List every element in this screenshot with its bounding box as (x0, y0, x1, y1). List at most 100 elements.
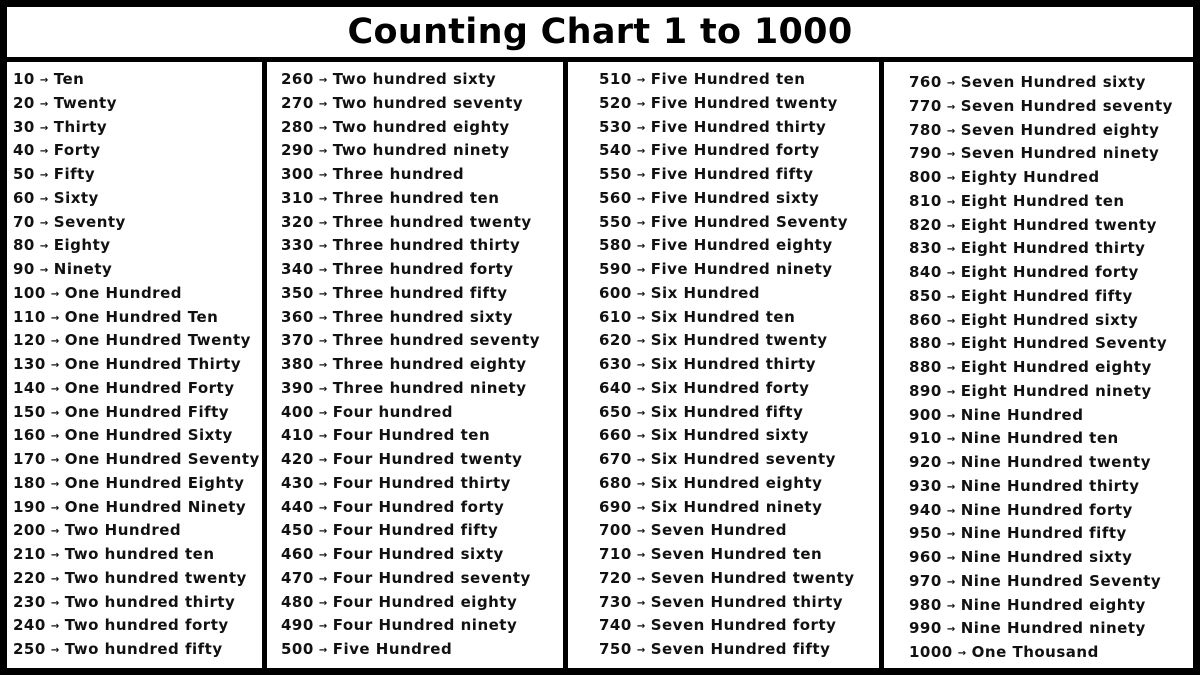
arrow-right-icon: → (946, 291, 956, 303)
number-value: 790 (909, 144, 942, 163)
number-word: Seven Hundred seventy (960, 96, 1173, 115)
number-value: 880 (909, 334, 942, 353)
list-item: 380 → Three hundred eighty (281, 353, 563, 377)
list-item: 520 → Five Hundred twenty (599, 92, 879, 116)
arrow-right-icon: → (50, 312, 60, 324)
number-word: Five Hundred fifty (650, 165, 814, 183)
number-value: 150 (13, 402, 46, 421)
number-value: 360 (281, 307, 314, 326)
arrow-right-icon: → (318, 526, 328, 538)
list-item: 530 → Five Hundred thirty (599, 116, 879, 140)
number-value: 260 (281, 70, 314, 88)
arrow-right-icon: → (946, 434, 956, 446)
list-item: 180 → One Hundred Eighty (13, 472, 262, 496)
number-value: 490 (281, 616, 314, 635)
number-word: Two hundred fifty (64, 640, 223, 658)
arrow-right-icon: → (946, 149, 956, 161)
number-value: 500 (281, 640, 314, 658)
number-word: Three hundred twenty (332, 212, 532, 231)
number-value: 820 (909, 215, 942, 234)
number-value: 620 (599, 331, 632, 350)
list-item: 810 → Eight Hundred ten (909, 190, 1193, 214)
number-value: 220 (13, 568, 46, 587)
number-word: Three hundred forty (332, 260, 514, 278)
list-item: 1000 → One Thousand (909, 641, 1193, 665)
number-value: 660 (599, 426, 632, 445)
list-item: 690 → Six Hundred ninety (599, 496, 879, 520)
number-value: 180 (13, 473, 46, 492)
number-word: Seven Hundred eighty (960, 120, 1160, 139)
number-word: Nine Hundred twenty (960, 453, 1151, 471)
arrow-right-icon: → (50, 288, 60, 300)
list-item: 650 → Six Hundred fifty (599, 401, 879, 425)
number-value: 140 (13, 378, 46, 397)
number-word: Three hundred fifty (332, 283, 508, 302)
number-word: Eight Hundred twenty (960, 215, 1157, 234)
number-value: 550 (599, 212, 632, 231)
number-value: 890 (909, 381, 942, 400)
arrow-right-icon: → (318, 431, 328, 443)
number-word: Four Hundred ninety (332, 616, 518, 635)
arrow-right-icon: → (50, 478, 60, 490)
number-value: 590 (599, 260, 632, 278)
number-word: Seven Hundred (650, 521, 787, 540)
number-word: One Thousand (971, 643, 1099, 661)
number-value: 580 (599, 236, 632, 255)
number-value: 860 (909, 310, 942, 329)
number-word: Four Hundred fifty (332, 521, 499, 540)
list-item: 340 → Three hundred forty (281, 258, 563, 282)
number-word: Ten (53, 70, 85, 88)
number-word: Six Hundred twenty (650, 331, 828, 350)
number-word: Six Hundred sixty (650, 426, 809, 445)
arrow-right-icon: → (318, 455, 328, 466)
number-word: One Hundred Eighty (64, 473, 245, 492)
number-value: 300 (281, 165, 314, 183)
arrow-right-icon: → (636, 170, 646, 181)
number-word: Nine Hundred ninety (960, 619, 1146, 638)
number-word: One Hundred Fifty (64, 402, 230, 421)
number-value: 980 (909, 595, 942, 614)
arrow-right-icon: → (318, 573, 328, 585)
number-word: Four Hundred thirty (332, 473, 511, 492)
number-word: Eight Hundred ninety (960, 381, 1152, 400)
number-value: 630 (599, 355, 632, 373)
list-item: 630 → Six Hundred thirty (599, 353, 879, 377)
arrow-right-icon: → (39, 170, 49, 181)
arrow-right-icon: → (318, 407, 328, 419)
number-word: Five Hundred ten (650, 70, 806, 88)
arrow-right-icon: → (946, 268, 956, 279)
number-value: 700 (599, 521, 632, 540)
number-value: 470 (281, 568, 314, 587)
arrow-right-icon: → (50, 502, 60, 514)
list-item: 480 → Four Hundred eighty (281, 591, 563, 615)
number-word: Nine Hundred Seventy (960, 571, 1162, 590)
number-value: 450 (281, 521, 314, 540)
number-word: Fifty (53, 165, 96, 183)
number-value: 960 (909, 548, 942, 566)
list-item: 790 → Seven Hundred ninety (909, 142, 1193, 166)
number-word: Seven Hundred ten (650, 545, 823, 563)
list-item: 720 → Seven Hundred twenty (599, 567, 879, 591)
number-value: 930 (909, 476, 942, 495)
list-item: 40 → Forty (13, 139, 262, 163)
number-word: Six Hundred eighty (650, 473, 823, 492)
arrow-right-icon: → (636, 478, 646, 490)
arrow-right-icon: → (636, 621, 646, 633)
number-value: 730 (599, 592, 632, 611)
number-value: 970 (909, 571, 942, 590)
number-value: 540 (599, 141, 632, 160)
number-value: 750 (599, 640, 632, 658)
number-word: Seven Hundred ninety (960, 144, 1160, 163)
number-word: Four Hundred sixty (332, 545, 504, 563)
list-item: 610 → Six Hundred ten (599, 306, 879, 330)
arrow-right-icon: → (318, 265, 328, 276)
list-item: 280 → Two hundred eighty (281, 116, 563, 140)
list-item: 120 → One Hundred Twenty (13, 329, 262, 353)
number-value: 20 (13, 93, 35, 112)
number-word: Four Hundred seventy (332, 568, 531, 587)
number-word: Two hundred ninety (332, 141, 510, 160)
number-value: 800 (909, 168, 942, 186)
arrow-right-icon: → (318, 288, 328, 300)
number-value: 380 (281, 355, 314, 373)
number-value: 550 (599, 165, 632, 183)
